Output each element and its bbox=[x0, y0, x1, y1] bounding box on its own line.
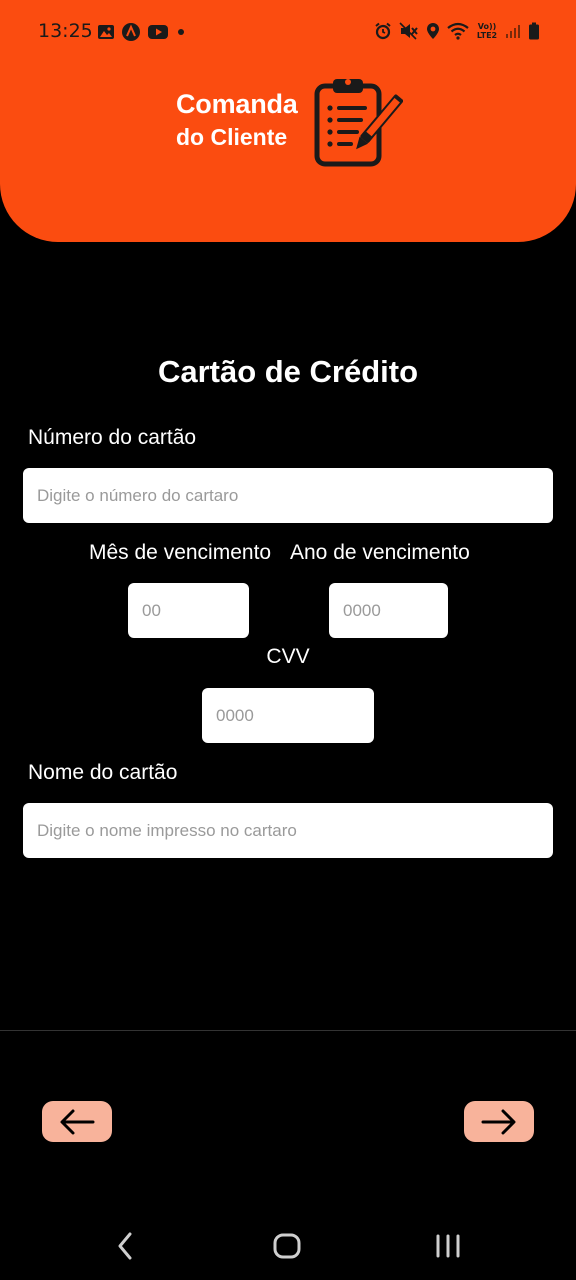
back-button[interactable] bbox=[42, 1101, 112, 1142]
home-icon[interactable] bbox=[272, 1228, 302, 1264]
card-number-input[interactable] bbox=[23, 468, 553, 523]
brand-text: Comanda do Cliente bbox=[176, 88, 298, 154]
image-icon bbox=[98, 25, 114, 39]
status-time: 13:25 bbox=[38, 20, 93, 42]
wifi-icon bbox=[447, 22, 469, 40]
dot-icon bbox=[178, 29, 184, 35]
card-name-label: Nome do cartão bbox=[28, 761, 178, 784]
expiry-year-input[interactable] bbox=[329, 583, 448, 638]
status-bar: 13:25 Vo)) LTE2 bbox=[0, 0, 576, 64]
location-icon bbox=[427, 23, 439, 39]
recents-icon[interactable] bbox=[434, 1228, 462, 1264]
brand-subtitle: do Cliente bbox=[176, 124, 288, 150]
expiry-month-label: Mês de vencimento bbox=[89, 541, 272, 564]
mute-icon bbox=[399, 22, 418, 40]
expiry-month-input[interactable] bbox=[128, 583, 249, 638]
card-name-input[interactable] bbox=[23, 803, 553, 858]
next-button[interactable] bbox=[464, 1101, 534, 1142]
battery-icon bbox=[529, 22, 539, 40]
page-title: Cartão de Crédito bbox=[157, 354, 419, 389]
card-number-label: Número do cartão bbox=[28, 426, 197, 449]
signal-icon bbox=[506, 25, 520, 38]
lte-icon: Vo)) LTE2 bbox=[476, 22, 498, 40]
arrow-right-icon bbox=[481, 1109, 516, 1134]
back-chevron-icon[interactable] bbox=[114, 1228, 136, 1264]
clipboard-pen-icon bbox=[314, 79, 403, 167]
youtube-icon bbox=[148, 25, 168, 39]
arrow-left-icon bbox=[60, 1109, 95, 1134]
cvv-input[interactable] bbox=[202, 688, 374, 743]
cvv-label: CVV bbox=[266, 645, 310, 668]
alarm-icon bbox=[375, 22, 391, 40]
footer-divider bbox=[0, 1030, 576, 1031]
app-header: 13:25 Vo)) LTE2 Comanda do Cliente bbox=[0, 0, 576, 242]
expiry-year-label: Ano de vencimento bbox=[290, 541, 470, 564]
app-a-icon bbox=[122, 23, 140, 41]
brand-title: Comanda bbox=[176, 89, 298, 119]
